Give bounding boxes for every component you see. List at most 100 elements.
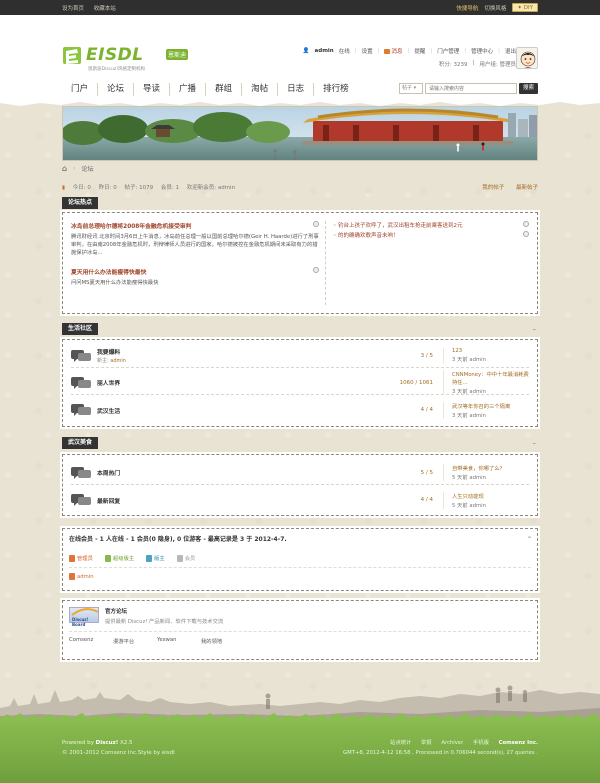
forum-name: 最新回复 (97, 498, 121, 505)
online-title[interactable]: 在线会员 - 1 人在线 - 1 会员(0 隐身), 0 位游客 - 最高记录是… (69, 534, 287, 543)
hot-link-1-text: ◦ 钓台上孩子欢呼了，武汉出租车抢走前乘客送到2元 (333, 223, 463, 229)
new-posts-link[interactable]: 最新帖子 (516, 185, 538, 191)
top-bar-left: 设为首页 收藏本站 (62, 4, 124, 12)
online-user[interactable]: admin (69, 573, 94, 580)
forum-last-post: CNNMoney：中中十年最消耗费持任... 3 天前 admin (443, 370, 529, 395)
portal-admin-link[interactable]: 门户管理 (437, 47, 459, 55)
home-icon[interactable]: ⌂ (62, 164, 67, 173)
forum-last-post: 人生只动能现 5 天前 admin (443, 491, 529, 509)
hot-box: 冰岛前总理哈尔德将2008年金融危机接受审判 腾讯财经讯 北京时间3月6日上午消… (60, 210, 540, 316)
last-post-title[interactable]: CNNMoney：中中十年最消耗费持任... (452, 370, 529, 386)
last-post-title[interactable]: 123 (452, 348, 529, 354)
forum-count: 5 / 5 (420, 469, 433, 476)
avatar-icon (517, 48, 537, 68)
footer-time: GMT+8, 2012-4-12 16:58 , Processed in 0.… (343, 750, 538, 756)
stats-right: 我的帖子 最新帖子 (472, 183, 538, 191)
official-forum[interactable]: 官方论坛 提供最新 Discuz! 产品新闻、软件下载与技术交流 (105, 607, 223, 625)
stat-newest[interactable]: 欢迎新会员: admin (187, 185, 235, 191)
legend-mod: 版主 (146, 554, 165, 562)
forum-row[interactable]: 我要爆料 新主: admin 3 / 5 123 3 天前 admin (71, 344, 529, 368)
settings-link[interactable]: 设置 (362, 47, 373, 55)
discuz-logo[interactable]: Discuz! Board (69, 607, 99, 627)
username-link[interactable]: admin (315, 48, 334, 54)
product-link[interactable]: Discuz! (96, 740, 119, 746)
footer-link-stats[interactable]: 站点统计 (390, 740, 411, 746)
breadcrumb-current[interactable]: 论坛 (81, 164, 93, 173)
search-button[interactable]: 搜索 (518, 83, 538, 94)
friend-link[interactable]: 我的领地 (201, 637, 245, 645)
close-icon[interactable] (523, 221, 529, 227)
close-icon[interactable] (313, 221, 319, 227)
friend-link[interactable]: Comsenz (69, 637, 113, 645)
breadcrumb: ⌂ › 论坛 (62, 164, 94, 173)
top-bar: 设为首页 收藏本站 快捷导航 切换风格 ✦ DIY (0, 0, 600, 15)
search-input[interactable] (424, 83, 517, 94)
forum-mod-link[interactable]: admin (110, 358, 126, 364)
bookmark-link[interactable]: 收藏本站 (94, 6, 116, 12)
nav-item-ranking[interactable]: 排行榜 (314, 83, 358, 96)
section-box-life: 我要爆料 新主: admin 3 / 5 123 3 天前 admin 丽人世界 1… (60, 337, 540, 429)
separator: | (377, 48, 380, 54)
messages-link[interactable]: 消息 (384, 47, 403, 55)
last-post-meta: 5 天前 admin (452, 475, 486, 481)
footer-link-mobile[interactable]: 手机版 (473, 740, 489, 746)
forum-moderator: 新主: admin (97, 357, 367, 364)
nav-item-groups[interactable]: 群组 (206, 83, 243, 96)
forum-row[interactable]: 最新回复 4 / 4 人生只动能现 5 天前 admin (71, 488, 529, 512)
last-post-title[interactable]: 自带美食，你哪了么？ (452, 464, 529, 472)
points-link[interactable]: 积分: 3239 (439, 60, 468, 68)
collapse-icon[interactable]: – (533, 439, 537, 447)
nav-item-collections[interactable]: 淘帖 (242, 83, 279, 96)
forum-count: 4 / 4 (420, 497, 433, 503)
search-bar: 帖子 ▾ 搜索 (398, 83, 538, 94)
stat-yesterday: 昨日: 0 (98, 185, 117, 191)
logout-link[interactable]: 退出 (505, 47, 516, 55)
search-scope-select[interactable]: 帖子 ▾ (398, 83, 423, 94)
close-icon[interactable] (313, 267, 319, 273)
friend-link[interactable]: Yeswan (157, 637, 201, 645)
set-home-link[interactable]: 设为首页 (62, 6, 84, 12)
forum-name: 本周热门 (97, 471, 121, 477)
nav-item-portal[interactable]: 门户 (62, 83, 99, 96)
site-logo[interactable]: EISDL 恩斯迪 恩斯迪Discuz!风格定制机构 (62, 42, 192, 78)
usergroup-link[interactable]: 用户组: 管理员 (479, 60, 516, 68)
reminders-link[interactable]: 提醒 (414, 47, 425, 55)
hot-topic-1[interactable]: 冰岛前总理哈尔德将2008年金融危机接受审判 (71, 221, 319, 230)
hot-topic-2[interactable]: 夏天用什么办法能瘦得快最快 (71, 267, 319, 276)
section-title-food: 武汉美食 (62, 437, 99, 449)
admin-center-link[interactable]: 管理中心 (471, 47, 493, 55)
my-posts-link[interactable]: 我的帖子 (482, 185, 504, 191)
friend-link[interactable]: 漫游平台 (113, 637, 157, 645)
avatar[interactable] (516, 47, 538, 69)
forum-bubble-icon (71, 376, 91, 389)
hot-right-column: ◦ 钓台上孩子欢呼了，武汉出租车抢走前乘客送到2元 ◦ 的的确确欢歌声音未响！ (333, 221, 529, 241)
collapse-icon[interactable]: – (528, 534, 531, 543)
forum-row[interactable]: 本周热门 5 / 5 自带美食，你哪了么？ 5 天前 admin (71, 461, 529, 485)
links-divider (69, 631, 531, 632)
footer-company[interactable]: Comsenz Inc. (499, 740, 538, 746)
legend-member: 会员 (176, 554, 195, 562)
hot-link-2[interactable]: ◦ 的的确确欢歌声音未响！ (333, 231, 529, 241)
user-info: 积分: 3239 | 用户组: 管理员 (439, 60, 516, 68)
close-icon[interactable] (523, 231, 529, 237)
switch-style-link[interactable]: 切换风格 (484, 4, 506, 12)
nav-item-blog[interactable]: 日志 (278, 83, 315, 96)
diy-button[interactable]: ✦ DIY (512, 3, 538, 12)
last-post-title[interactable]: 人生只动能现 (452, 492, 529, 500)
last-post-title[interactable]: 武汉等年你召的三个隔离 (452, 402, 529, 410)
collapse-icon[interactable]: – (533, 325, 537, 333)
nav-item-forum[interactable]: 论坛 (98, 83, 135, 96)
forum-mod-label: 新主: (97, 358, 111, 364)
section-header-life: 生活社区 – (62, 323, 538, 335)
footer-link-archiver[interactable]: Archiver (441, 740, 463, 746)
online-status[interactable]: 在线 (339, 47, 350, 55)
discuz-logo-text: Discuz! Board (72, 617, 89, 627)
nav-item-broadcast[interactable]: 广播 (170, 83, 207, 96)
forum-row[interactable]: 武汉生活 4 / 4 武汉等年你召的三个隔离 3 天前 admin (71, 398, 529, 422)
footer-link-report[interactable]: 举报 (421, 740, 432, 746)
nav-item-guide[interactable]: 导读 (134, 83, 171, 96)
forum-row[interactable]: 丽人世界 1060 / 1061 CNNMoney：中中十年最消耗费持任... 3… (71, 370, 529, 395)
hot-link-1[interactable]: ◦ 钓台上孩子欢呼了，武汉出租车抢走前乘客送到2元 (333, 221, 529, 231)
section-header-food: 武汉美食 – (62, 437, 538, 449)
quick-nav-link[interactable]: 快捷导航 (456, 4, 478, 12)
